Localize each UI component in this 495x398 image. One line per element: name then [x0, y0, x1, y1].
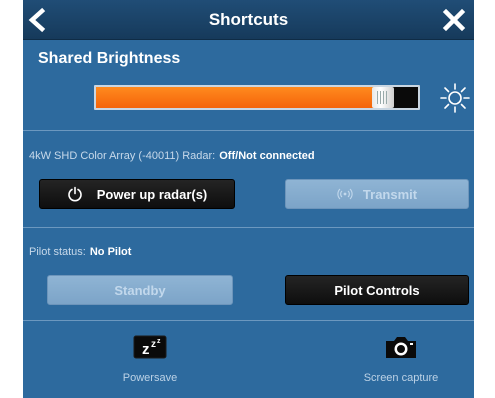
shortcuts-dialog: Shortcuts Shared Brightness 4kW SHD Colo…: [23, 0, 474, 398]
title-bar: Shortcuts: [23, 0, 474, 40]
sleep-zzz-icon: z z z: [133, 335, 167, 359]
svg-text:z: z: [142, 341, 150, 358]
sun-icon[interactable]: [439, 82, 471, 114]
divider: [23, 227, 474, 228]
wireless-icon: [337, 188, 353, 200]
pilot-controls-label: Pilot Controls: [334, 282, 420, 298]
divider: [23, 320, 474, 321]
transmit-label: Transmit: [362, 186, 418, 202]
pilot-label: Pilot status:: [29, 246, 86, 258]
divider: [23, 130, 474, 131]
powersave-label: Powersave: [122, 372, 178, 384]
camera-icon: [386, 337, 416, 358]
power-up-radar-button[interactable]: Power up radar(s): [39, 179, 235, 209]
close-button[interactable]: [442, 8, 466, 32]
pilot-status: No Pilot: [89, 246, 132, 258]
standby-label: Standby: [114, 282, 166, 298]
close-icon: [442, 8, 466, 32]
brightness-section-title: Shared Brightness: [38, 50, 181, 67]
powersave-button[interactable]: z z z Powersave: [90, 333, 210, 384]
radar-status-line: 4kW SHD Color Array (-40011) Radar: Off/N…: [29, 150, 315, 162]
pilot-status-line: Pilot status: No Pilot: [29, 246, 131, 258]
moon-icon[interactable]: [37, 82, 63, 112]
screen-capture-label: Screen capture: [363, 372, 439, 384]
power-up-radar-label: Power up radar(s): [96, 186, 208, 202]
radar-label: 4kW SHD Color Array (-40011) Radar:: [29, 150, 216, 162]
brightness-slider-fill: [96, 87, 383, 108]
dialog-title: Shortcuts: [208, 10, 289, 29]
screen-capture-button[interactable]: Screen capture: [341, 333, 461, 384]
transmit-button[interactable]: Transmit: [285, 179, 469, 209]
power-icon: [67, 186, 82, 202]
svg-text:z: z: [151, 339, 156, 350]
standby-button[interactable]: Standby: [47, 275, 233, 305]
brightness-slider-thumb[interactable]: [372, 87, 394, 108]
pilot-controls-button[interactable]: Pilot Controls: [285, 275, 469, 305]
brightness-slider[interactable]: [94, 85, 420, 110]
svg-text:z: z: [157, 338, 161, 345]
radar-status: Off/Not connected: [219, 150, 315, 162]
